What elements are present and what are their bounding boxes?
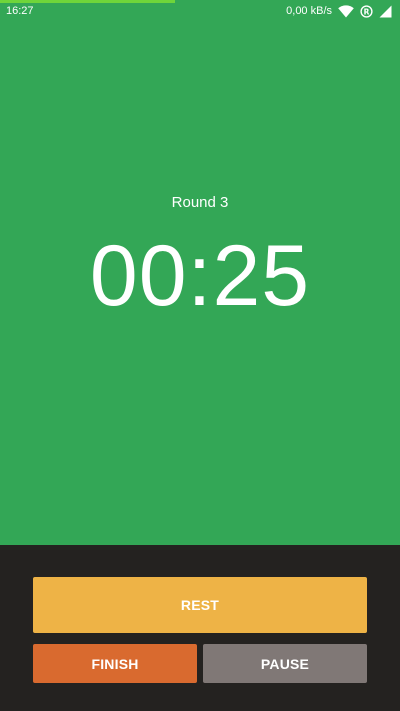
network-speed: 0,00 kB/s — [286, 5, 332, 17]
signal-icon — [379, 5, 392, 18]
pause-button[interactable]: PAUSE — [203, 644, 367, 683]
control-panel: REST FINISH PAUSE — [0, 545, 400, 711]
registered-icon: R — [360, 4, 373, 18]
countdown-timer: 00:25 — [89, 228, 311, 324]
wifi-icon — [338, 4, 354, 18]
status-bar: 16:27 0,00 kB/s R — [0, 0, 400, 22]
rest-button[interactable]: REST — [33, 577, 367, 633]
status-time: 16:27 — [6, 5, 34, 17]
finish-button[interactable]: FINISH — [33, 644, 197, 683]
status-indicators: 0,00 kB/s R — [286, 3, 392, 19]
timer-screen: 16:27 0,00 kB/s R Round 3 00:25 — [0, 0, 400, 545]
round-label: Round 3 — [171, 194, 229, 211]
svg-text:R: R — [364, 7, 370, 16]
